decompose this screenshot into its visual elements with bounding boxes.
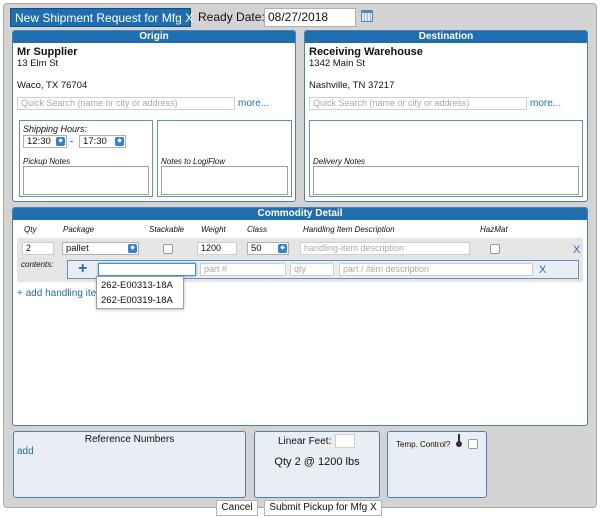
hours-from-value: 12:30 — [27, 136, 51, 147]
col-package: Package — [63, 225, 94, 234]
contents-label: contents: — [21, 260, 53, 269]
suggestion-item[interactable]: 262-E00313-18A — [101, 280, 173, 291]
shipping-hours-label: Shipping Hours: — [23, 124, 87, 134]
stackable-checkbox[interactable] — [163, 244, 173, 254]
linear-feet-box: Linear Feet: Qty 2 @ 1200 lbs — [254, 431, 380, 498]
delivery-notes-label: Delivery Notes — [313, 157, 365, 166]
content-search-input[interactable] — [98, 263, 196, 276]
origin-more-link[interactable]: more... — [238, 98, 269, 109]
chevron-updown-icon: ◆ — [278, 244, 287, 253]
origin-heading: Origin — [13, 31, 295, 43]
logiflow-notes-label: Notes to LogiFlow — [161, 157, 225, 166]
commodity-panel: Commodity Detail Qty Package Stackable W… — [12, 207, 588, 426]
reference-numbers-title: Reference Numbers — [14, 434, 245, 445]
shipping-hours-box: Shipping Hours: 12:30 ◆ - 17:30 ◆ Pickup N… — [19, 120, 153, 197]
hazmat-checkbox[interactable] — [490, 244, 500, 254]
item-description-input[interactable]: handling-item description — [300, 242, 470, 255]
hours-separator: - — [70, 136, 73, 147]
col-weight: Weight — [201, 225, 226, 234]
class-value: 50 — [251, 243, 262, 254]
destination-city: Nashville, TN 37217 — [309, 80, 394, 91]
add-content-button[interactable]: + — [78, 262, 87, 276]
ready-date-input[interactable]: 08/27/2018 — [264, 8, 356, 27]
ready-date-label: Ready Date: — [198, 9, 265, 26]
col-class: Class — [247, 225, 267, 234]
temp-control-label: Temp. Control? — [396, 440, 450, 449]
destination-more-link[interactable]: more... — [530, 98, 561, 109]
origin-panel: Origin Mr Supplier 13 Elm St Waco, TX 76… — [12, 30, 296, 202]
qty-input[interactable]: 2 — [22, 242, 54, 255]
logiflow-notes-box: Notes to LogiFlow — [157, 120, 292, 197]
calendar-icon[interactable] — [361, 10, 373, 22]
class-select[interactable]: 50 ◆ — [247, 242, 289, 255]
reference-add-link[interactable]: add — [17, 446, 34, 457]
col-description: Handling Item Description — [303, 225, 395, 234]
hours-to-select[interactable]: 17:30 ◆ — [79, 135, 126, 148]
chevron-updown-icon: ◆ — [115, 137, 124, 146]
destination-name: Receiving Warehouse — [309, 46, 423, 58]
linear-feet-input[interactable] — [335, 434, 355, 448]
chevron-updown-icon: ◆ — [128, 244, 137, 253]
destination-street: 1342 Main St — [309, 58, 365, 69]
content-description-input[interactable]: part / item description — [339, 263, 533, 276]
submit-pickup-button[interactable]: Submit Pickup for Mfg X — [264, 500, 382, 516]
shipment-title-button[interactable]: New Shipment Request for Mfg X — [10, 8, 191, 27]
destination-quick-search-input[interactable]: Quick Search (name or city or address) — [309, 97, 527, 110]
origin-quick-search-input[interactable]: Quick Search (name or city or address) — [17, 97, 235, 110]
cancel-button[interactable]: Cancel — [216, 500, 258, 516]
chevron-updown-icon: ◆ — [56, 137, 65, 146]
col-stackable: Stackable — [149, 225, 184, 234]
suggestion-item[interactable]: 262-E00319-18A — [101, 295, 173, 306]
pickup-notes-textarea[interactable] — [23, 166, 149, 195]
part-number-input[interactable]: part # — [200, 263, 286, 276]
commodity-heading: Commodity Detail — [13, 208, 587, 220]
temp-control-box: Temp. Control? — [387, 431, 487, 498]
logiflow-notes-textarea[interactable] — [161, 166, 288, 195]
temp-control-checkbox[interactable] — [468, 439, 478, 449]
hours-to-value: 17:30 — [83, 136, 107, 147]
delivery-notes-textarea[interactable] — [313, 166, 579, 195]
add-handling-item-link[interactable]: + add handling ite — [17, 288, 96, 299]
package-value: pallet — [66, 243, 89, 254]
col-qty: Qty — [24, 225, 36, 234]
destination-panel: Destination Receiving Warehouse 1342 Mai… — [304, 30, 588, 202]
delivery-notes-box: Delivery Notes — [309, 120, 583, 197]
linear-feet-label: Linear Feet: — [278, 436, 331, 447]
remove-content-button[interactable]: X — [539, 264, 546, 276]
shipment-summary: Qty 2 @ 1200 lbs — [255, 456, 379, 468]
remove-item-button[interactable]: X — [573, 244, 580, 256]
hours-from-select[interactable]: 12:30 ◆ — [23, 135, 67, 148]
package-select[interactable]: pallet ◆ — [62, 242, 139, 255]
reference-numbers-box: Reference Numbers add — [13, 431, 246, 498]
pickup-notes-label: Pickup Notes — [23, 157, 70, 166]
part-suggestions-dropdown: 262-E00313-18A 262-E00319-18A — [96, 276, 184, 309]
weight-input[interactable]: 1200 — [197, 242, 237, 255]
thermometer-icon — [458, 434, 460, 444]
content-qty-input[interactable]: qty — [290, 263, 334, 276]
origin-street: 13 Elm St — [17, 58, 58, 69]
destination-heading: Destination — [305, 31, 587, 43]
origin-name: Mr Supplier — [17, 46, 78, 58]
col-hazmat: HazMat — [480, 225, 508, 234]
origin-city: Waco, TX 76704 — [17, 80, 87, 91]
